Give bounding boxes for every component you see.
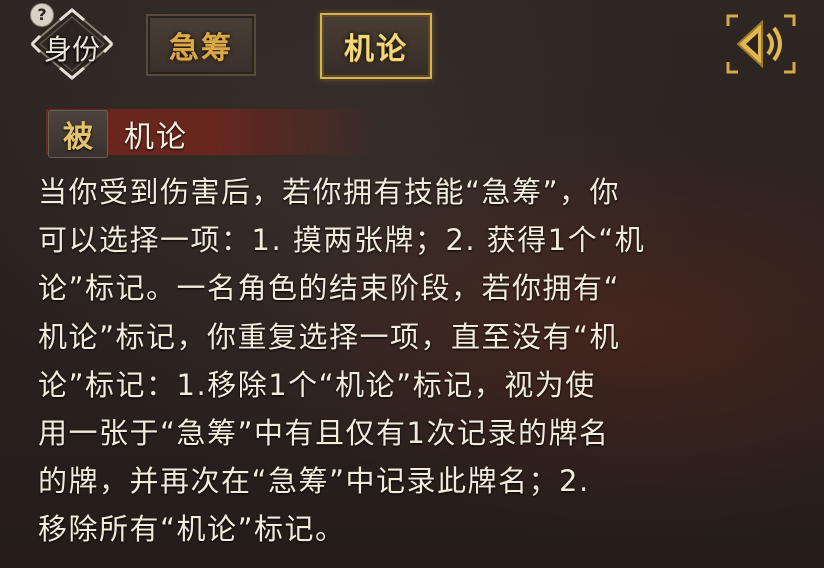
description-line: 的牌，并再次在“急筹”中记录此牌名；2.: [38, 464, 590, 499]
description-line: 机论”标记，你重复选择一项，直至没有“机: [38, 319, 621, 354]
help-badge[interactable]: ?: [30, 3, 54, 27]
description-line: 可以选择一项：1. 摸两张牌；2. 获得1个“机: [38, 223, 646, 258]
speaker-icon: [726, 14, 796, 74]
sound-button[interactable]: [724, 12, 798, 76]
identity-label: 身份: [43, 33, 100, 66]
tab-jilun[interactable]: 机论: [320, 13, 432, 79]
skill-description: 当你受到伤害后，若你拥有技能“急筹”，你 可以选择一项：1. 摸两张牌；2. 获…: [38, 168, 808, 554]
skill-name: 机论: [124, 120, 188, 155]
tab-jichou[interactable]: 急筹: [146, 14, 256, 76]
description-line: 移除所有“机论”标记。: [38, 512, 346, 547]
description-line: 当你受到伤害后，若你拥有技能“急筹”，你: [38, 175, 621, 209]
description-line: 论”标记。一名角色的结束阶段，若你拥有“: [38, 271, 621, 306]
description-line: 论”标记：1.移除1个“机论”标记，视为使: [38, 367, 596, 402]
passive-badge: 被: [48, 110, 108, 158]
description-line: 用一张于“急筹”中有且仅有1次记录的牌名: [38, 416, 610, 451]
